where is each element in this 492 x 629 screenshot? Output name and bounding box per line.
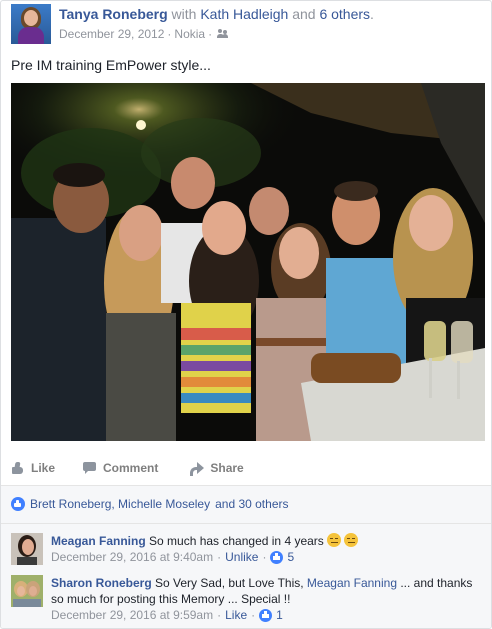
meta-separator: · [208, 27, 213, 41]
feedback-section: Brett Roneberg, Michelle Moseley and 30 … [1, 485, 491, 628]
mention-link[interactable]: Meagan Fanning [307, 576, 397, 590]
comment-item: Sharon Roneberg So Very Sad, but Love Th… [11, 575, 483, 628]
reactions-summary[interactable]: Brett Roneberg, Michelle Moseley and 30 … [11, 497, 288, 511]
post-text: Pre IM training EmPower style... [11, 57, 211, 73]
like-label: Like [31, 461, 56, 475]
like-count-icon [259, 608, 273, 622]
comment-meta: December 29, 2016 at 9:59am · Like · 1 [51, 607, 483, 623]
post-timestamp-link[interactable]: December 29, 2012 [59, 27, 164, 41]
commenter-name-link[interactable]: Meagan Fanning [51, 534, 146, 548]
reactors-others[interactable]: and 30 others [215, 497, 288, 511]
like-reaction-icon [11, 497, 25, 511]
author-avatar[interactable] [11, 4, 51, 44]
comment-like-count[interactable]: 5 [287, 549, 294, 565]
thumbs-up-icon [11, 461, 25, 475]
comment-text: So Very Sad, but Love This, [155, 576, 304, 590]
comment-timestamp-link[interactable]: December 29, 2016 at 9:59am [51, 607, 213, 623]
comment-icon [83, 461, 97, 475]
post-photo[interactable] [11, 83, 485, 441]
share-label: Share [210, 461, 244, 475]
friends-icon[interactable] [217, 29, 229, 39]
post-actions: Like Comment Share [11, 453, 481, 483]
share-icon [190, 461, 205, 476]
like-link[interactable]: Like [225, 607, 247, 623]
pensive-emoji-icon [344, 533, 359, 547]
post-device: Nokia [174, 27, 206, 41]
comment-label: Comment [103, 461, 159, 475]
post-meta: December 29, 2012 · Nokia · [59, 27, 229, 41]
comment-body: Sharon Roneberg So Very Sad, but Love Th… [51, 575, 483, 623]
with-text: with [171, 6, 197, 22]
reactors-names[interactable]: Brett Roneberg, Michelle Moseley [30, 497, 210, 511]
divider [1, 523, 491, 524]
comment-like-count[interactable]: 1 [276, 607, 283, 623]
comment-button[interactable]: Comment [83, 461, 158, 475]
comment-item: Meagan Fanning So much has changed in 4 … [11, 533, 483, 569]
meta-separator: · [217, 608, 222, 622]
like-button[interactable]: Like [11, 461, 55, 475]
facebook-post: Tanya Roneberg with Kath Hadleigh and 6 … [0, 0, 492, 629]
commenter-avatar[interactable] [11, 533, 43, 565]
meta-separator: · [167, 27, 172, 41]
comment-meta: December 29, 2016 at 9:40am · Unlike · 5 [51, 549, 483, 565]
meta-separator: · [262, 550, 267, 564]
and-text: and [292, 6, 316, 22]
comment-body: Meagan Fanning So much has changed in 4 … [51, 533, 483, 565]
meta-separator: · [251, 608, 256, 622]
commenter-avatar[interactable] [11, 575, 43, 607]
post-attribution: Tanya Roneberg with Kath Hadleigh and 6 … [59, 6, 374, 22]
comment-text: So much has changed in 4 years [149, 534, 324, 548]
comment-timestamp-link[interactable]: December 29, 2016 at 9:40am [51, 549, 213, 565]
divider [1, 485, 491, 486]
like-count-icon [270, 550, 284, 564]
unlike-link[interactable]: Unlike [225, 549, 258, 565]
share-button[interactable]: Share [190, 461, 244, 476]
tagged-person-link[interactable]: Kath Hadleigh [200, 6, 288, 22]
commenter-name-link[interactable]: Sharon Roneberg [51, 576, 152, 590]
meta-separator: · [217, 550, 222, 564]
tagged-others-link[interactable]: 6 others [319, 6, 370, 22]
pensive-emoji-icon [327, 533, 342, 547]
author-name-link[interactable]: Tanya Roneberg [59, 6, 168, 22]
post-header: Tanya Roneberg with Kath Hadleigh and 6 … [9, 4, 483, 46]
